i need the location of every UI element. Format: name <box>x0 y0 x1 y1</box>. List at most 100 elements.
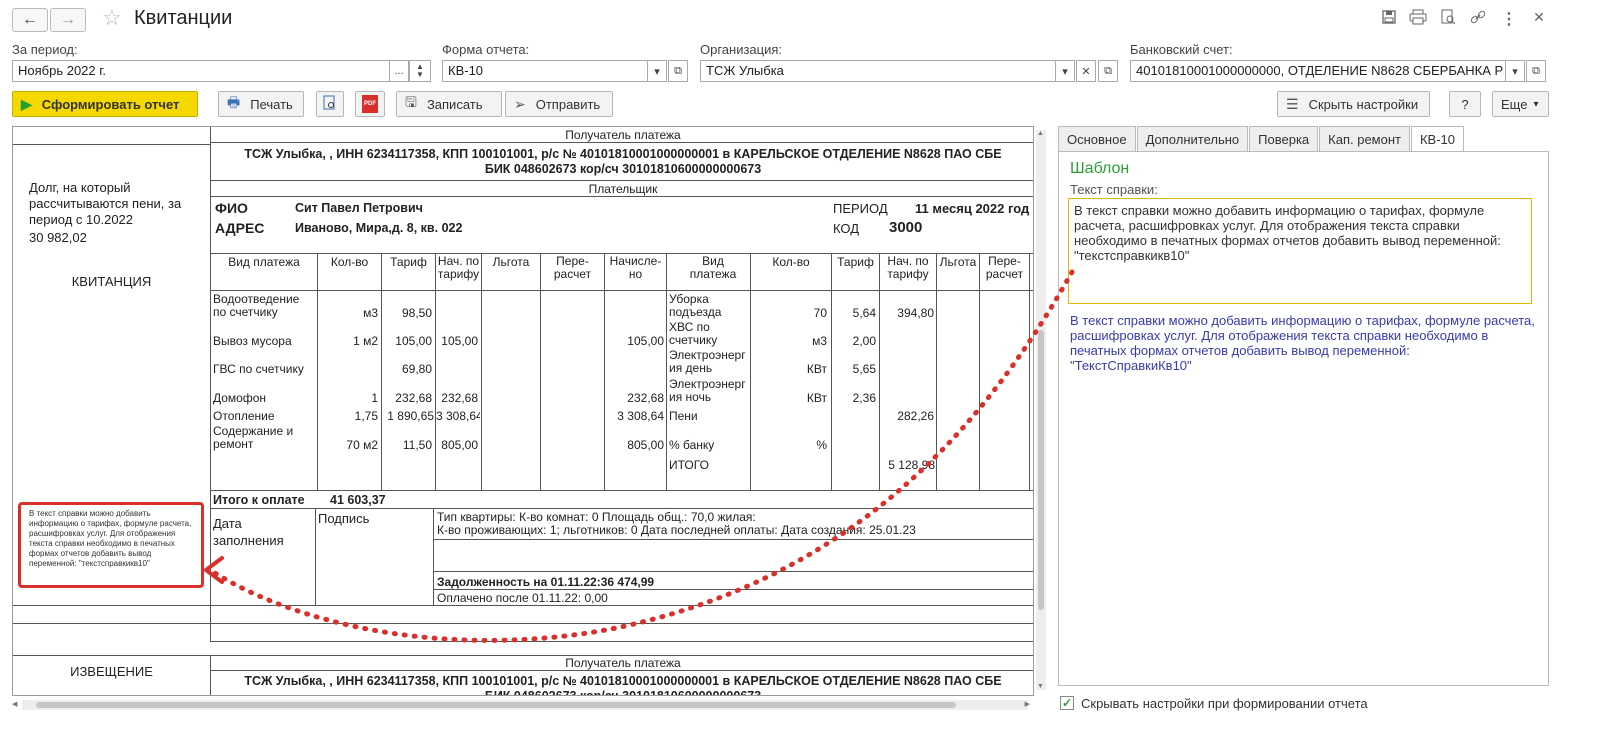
page-title: Квитанции <box>134 7 233 29</box>
pdf-button[interactable]: PDF <box>355 91 385 117</box>
annotation-callout: В текст справки можно добавить информаци… <box>18 502 204 588</box>
link-icon[interactable] <box>1467 9 1489 29</box>
bank-open-button[interactable]: ⧉ <box>1526 60 1546 82</box>
signature-label: Подпись <box>318 511 370 526</box>
recipient-line1: ТСЖ Улыбка, , ИНН 6234117358, КПП 100101… <box>244 147 1002 161</box>
send-icon: ➢ <box>514 95 526 112</box>
print-button[interactable]: 🖶 Печать <box>218 91 304 117</box>
forward-button[interactable]: → <box>50 8 86 32</box>
hide-settings-checkbox-label[interactable]: Скрывать настройки при формировании отче… <box>1081 696 1368 711</box>
tab-osnovnoe[interactable]: Основное <box>1058 126 1136 152</box>
row-left-0-name: Водоотведение по счетчику <box>213 292 300 319</box>
hide-settings-button[interactable]: ☰ Скрыть настройки <box>1277 91 1430 117</box>
send-label: Отправить <box>535 96 601 112</box>
write-label: Записать <box>426 96 483 112</box>
report-horizontal-scrollbar[interactable]: ◀ ▶ <box>12 700 1030 710</box>
report-document[interactable]: Получатель платежа ТСЖ Улыбка, , ИНН 623… <box>12 126 1034 696</box>
report-vertical-scrollbar[interactable]: ▲ ▼ <box>1036 130 1046 690</box>
row-right-1-tariff: 2,00 <box>852 334 876 348</box>
scroll-up-icon[interactable]: ▲ <box>1037 130 1044 137</box>
generate-report-button[interactable]: ▶ Сформировать отчет <box>12 91 198 117</box>
flat-info1: Тип квартиры: К-во комнат: 0 Площадь общ… <box>437 510 756 524</box>
preview-button[interactable] <box>316 91 344 117</box>
form-label: Форма отчета: <box>442 42 530 57</box>
recipient-line2-2: БИК 048602673 кор/сч 3010181060000000067… <box>484 689 762 696</box>
row-left-4-name: Отопление <box>213 409 275 423</box>
address-value: Иваново, Мира,д. 8, кв. 022 <box>295 221 463 235</box>
preview-icon <box>323 95 337 114</box>
row-left-2-name: ГВС по счетчику <box>213 362 304 376</box>
form-open-button[interactable]: ⧉ <box>668 60 688 82</box>
help-button[interactable]: ? <box>1449 91 1481 117</box>
col-header-left-1: Кол-во <box>330 255 369 269</box>
chevron-down-icon: ▾ <box>1512 65 1518 78</box>
close-icon[interactable]: ✕ <box>1528 9 1550 29</box>
form-field[interactable]: КВ-10 <box>442 60 648 82</box>
chevron-down-icon: ▾ <box>654 65 660 78</box>
scroll-down-icon[interactable]: ▼ <box>1037 683 1044 690</box>
play-icon: ▶ <box>21 95 32 112</box>
row-right-4-name: Пени <box>669 409 698 423</box>
tab-poverka[interactable]: Поверка <box>1249 126 1319 152</box>
row-left-4-total: 3 308,64 <box>617 409 664 423</box>
preview-icon[interactable] <box>1437 9 1459 29</box>
code-value: 3000 <box>889 219 923 236</box>
flat-info2: К-во проживающих: 1; льготников: 0 Дата … <box>437 523 916 537</box>
notice-label: ИЗВЕЩЕНИЕ <box>70 664 153 679</box>
recipient-header-2: Получатель платежа <box>565 656 681 670</box>
row-right-5-qty: % <box>816 438 827 452</box>
period-field[interactable]: Ноябрь 2022 г. <box>12 60 390 82</box>
col-header-right-1: Кол-во <box>772 255 810 269</box>
recipient-header: Получатель платежа <box>565 128 681 142</box>
org-dropdown-button[interactable]: ▾ <box>1055 60 1075 82</box>
print-icon[interactable] <box>1407 9 1429 29</box>
pdf-icon: PDF <box>362 95 378 113</box>
org-field[interactable]: ТСЖ Улыбка <box>700 60 1056 82</box>
help-text-area[interactable]: В текст справки можно добавить информаци… <box>1068 198 1532 304</box>
row-left-4-accr: 3 308,64 <box>436 409 480 423</box>
org-open-button[interactable]: ⧉ <box>1098 60 1118 82</box>
tab-kap-remont[interactable]: Кап. ремонт <box>1319 126 1410 152</box>
scroll-right-icon[interactable]: ▶ <box>1025 700 1030 708</box>
back-button[interactable]: ← <box>12 8 48 32</box>
row-left-1-accr: 105,00 <box>441 334 478 348</box>
row-right-0-tariff: 5,64 <box>852 306 876 320</box>
debt-summary: Задолженность на 01.11.22:36 474,99 <box>437 575 655 589</box>
bank-field[interactable]: 40101810001000000000, ОТДЕЛЕНИЕ N8628 СБ… <box>1130 60 1506 82</box>
row-left-4-qty: 1,75 <box>354 409 378 423</box>
form-dropdown-button[interactable]: ▾ <box>647 60 667 82</box>
fio-value: Сит Павел Петрович <box>295 201 423 215</box>
more-vertical-icon[interactable]: ⋮ <box>1498 9 1520 29</box>
open-icon: ⧉ <box>1104 64 1112 77</box>
write-button[interactable]: 🖫 Записать <box>396 91 502 117</box>
period-stepper[interactable]: ▲ ▼ <box>409 60 431 82</box>
settings-list-icon: ☰ <box>1286 95 1299 112</box>
hide-settings-checkbox[interactable]: ✓ <box>1060 696 1074 710</box>
scroll-thumb[interactable] <box>1038 330 1044 610</box>
tab-dopolnitelno[interactable]: Дополнительно <box>1136 126 1249 152</box>
scroll-left-icon[interactable]: ◀ <box>12 700 17 708</box>
row-left-3-name: Домофон <box>213 391 267 405</box>
save-icon[interactable] <box>1378 9 1400 29</box>
row-left-5-accr: 805,00 <box>441 438 478 452</box>
scroll-thumb-h[interactable] <box>36 702 956 708</box>
row-right-1-qty: м3 <box>812 334 827 348</box>
open-icon: ⧉ <box>1532 64 1540 77</box>
settings-tabs: Основное Дополнительно Поверка Кап. ремо… <box>1058 126 1465 152</box>
tab-kv10[interactable]: КВ-10 <box>1410 126 1465 152</box>
row-right-2-name: Электроэнергия день <box>669 348 746 375</box>
send-button[interactable]: ➢ Отправить <box>505 91 613 117</box>
printer-icon: 🖶 <box>227 94 241 110</box>
bank-dropdown-button[interactable]: ▾ <box>1505 60 1525 82</box>
row-left-5-total: 805,00 <box>627 438 664 452</box>
row-left-5-qty: 70 м2 <box>346 438 378 452</box>
col-header-left-2: Тариф <box>390 255 427 269</box>
clear-icon: ✕ <box>1081 65 1091 78</box>
row-right-0-accr: 394,80 <box>897 306 934 320</box>
col-header-left-0: Вид платежа <box>228 255 300 269</box>
org-clear-button[interactable]: ✕ <box>1076 60 1096 82</box>
open-icon: ⧉ <box>674 64 682 77</box>
period-select-button[interactable]: ... <box>389 60 409 82</box>
favorite-star-icon[interactable]: ☆ <box>102 5 122 31</box>
more-button[interactable]: Еще ▾ <box>1492 91 1549 117</box>
